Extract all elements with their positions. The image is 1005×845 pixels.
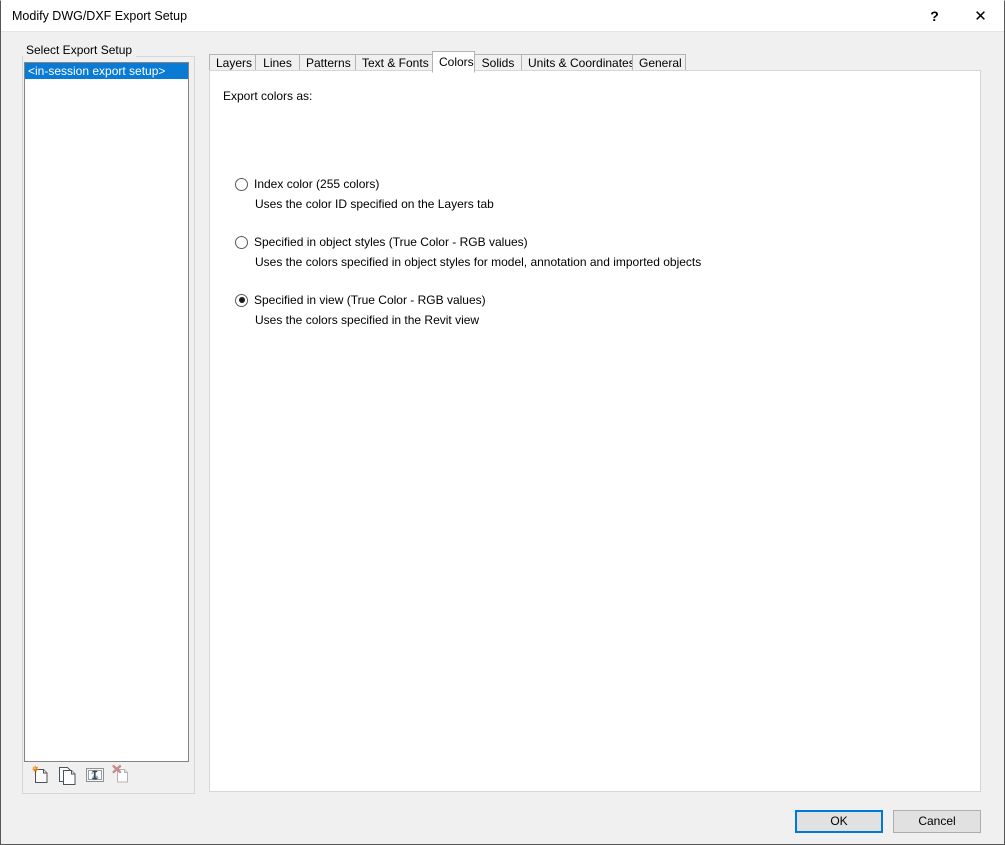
radio-description-specified-in-view: Uses the colors specified in the Revit v…: [255, 313, 480, 327]
delete-export-setup-icon[interactable]: [110, 764, 134, 786]
tab-colors[interactable]: Colors: [432, 51, 475, 73]
select-export-setup-label: Select Export Setup: [23, 43, 137, 57]
rename-export-setup-icon[interactable]: [83, 764, 107, 786]
ok-button[interactable]: OK: [795, 810, 883, 833]
close-button[interactable]: ✕: [958, 1, 1003, 31]
radio-label-object-styles: Specified in object styles (True Color -…: [254, 235, 528, 249]
duplicate-export-setup-icon[interactable]: [56, 764, 80, 786]
colors-tab-panel: Export colors as: Index color (255 color…: [209, 70, 981, 792]
list-item[interactable]: <in-session export setup>: [25, 63, 188, 79]
export-colors-as-label: Export colors as:: [223, 89, 313, 103]
export-setup-list[interactable]: <in-session export setup>: [24, 62, 189, 762]
cancel-button[interactable]: Cancel: [893, 810, 981, 833]
radio-icon-specified-in-view[interactable]: [235, 293, 248, 307]
modify-dwg-dxf-export-setup-dialog: Modify DWG/DXF Export Setup ? ✕ Select E…: [0, 0, 1005, 845]
new-export-setup-icon[interactable]: [29, 764, 53, 786]
title-bar: Modify DWG/DXF Export Setup ? ✕: [1, 1, 1004, 32]
export-setup-toolbar: [29, 764, 189, 788]
radio-icon-index-color[interactable]: [235, 177, 248, 191]
close-icon: ✕: [974, 7, 987, 25]
help-button[interactable]: ?: [912, 1, 957, 31]
radio-description-index-color: Uses the color ID specified on the Layer…: [255, 197, 494, 211]
radio-label-specified-in-view: Specified in view (True Color - RGB valu…: [254, 293, 486, 307]
radio-icon-object-styles[interactable]: [235, 235, 248, 249]
radio-description-object-styles: Uses the colors specified in object styl…: [255, 255, 702, 269]
radio-option-specified-in-view[interactable]: Specified in view (True Color - RGB valu…: [235, 291, 486, 327]
help-icon: ?: [930, 8, 939, 24]
radio-label-index-color: Index color (255 colors): [254, 177, 380, 191]
radio-option-index-color[interactable]: Index color (255 colors) Uses the color …: [235, 175, 494, 211]
radio-option-object-styles[interactable]: Specified in object styles (True Color -…: [235, 233, 701, 269]
window-title: Modify DWG/DXF Export Setup: [12, 9, 188, 23]
